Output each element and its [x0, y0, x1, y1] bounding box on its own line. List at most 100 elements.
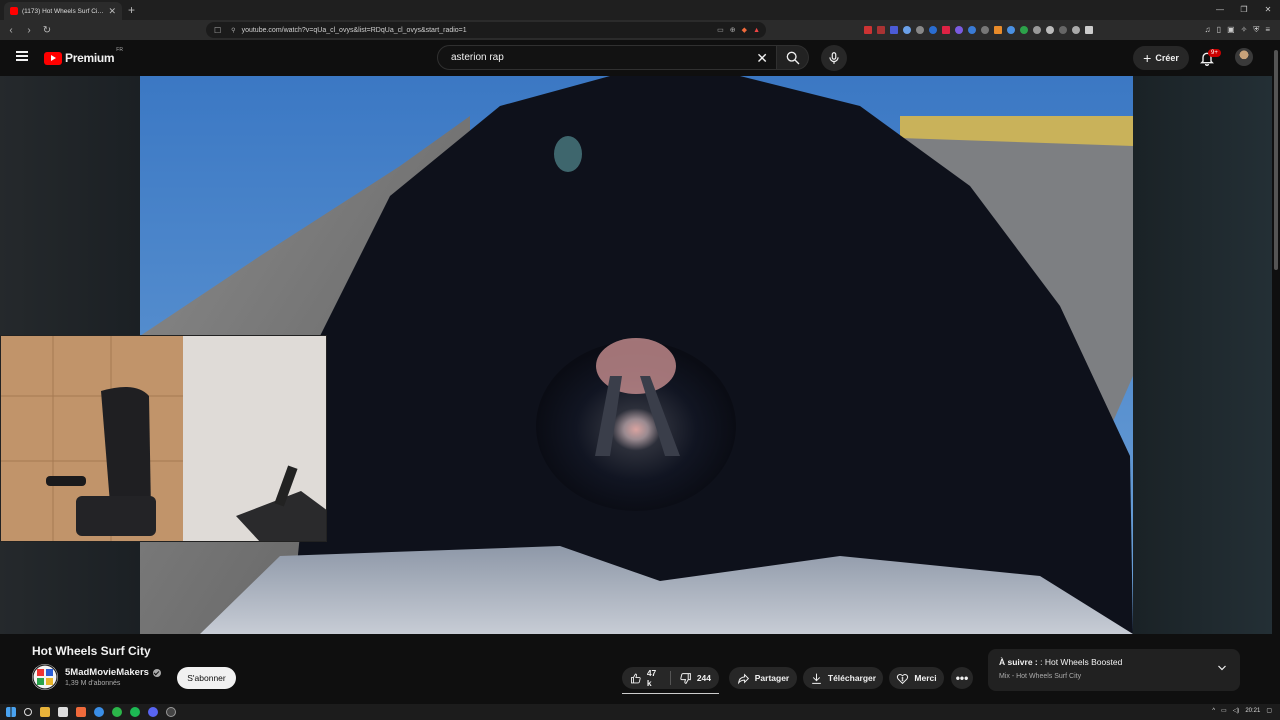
share-label: Partager: [754, 673, 790, 683]
verified-icon: [152, 668, 161, 677]
bookmark-icon[interactable]: ☐: [214, 26, 221, 35]
menu-icon[interactable]: ≡: [1265, 25, 1270, 35]
address-bar[interactable]: ☐ ⚲ youtube.com/watch?v=qUa_cl_ovys&list…: [206, 22, 766, 38]
extension-icon[interactable]: [1007, 26, 1015, 34]
up-next-title: : Hot Wheels Boosted: [1040, 657, 1123, 667]
user-avatar[interactable]: [1235, 48, 1253, 66]
extension-icon[interactable]: [955, 26, 963, 34]
site-info-icon[interactable]: ⚲: [231, 27, 235, 34]
search-icon: [786, 51, 800, 65]
voice-search-button[interactable]: [821, 45, 847, 71]
like-ratio-bar: [622, 693, 719, 694]
back-icon[interactable]: ‹: [4, 25, 18, 36]
cast-icon[interactable]: ▭: [717, 26, 724, 34]
clear-search-icon[interactable]: ✕: [756, 50, 768, 67]
more-horizontal-icon: •••: [955, 671, 969, 685]
close-tab-icon[interactable]: ✕: [108, 6, 116, 17]
new-tab-button[interactable]: +: [128, 3, 135, 17]
dislike-button[interactable]: 244: [671, 667, 719, 689]
dislike-count: 244: [696, 673, 711, 683]
chevron-down-icon[interactable]: [1216, 662, 1228, 674]
extension-icon[interactable]: [890, 26, 898, 34]
youtube-premium-logo[interactable]: Premium FR: [44, 47, 123, 65]
notifications-badge: 9+: [1208, 49, 1221, 57]
extension-icon[interactable]: [994, 26, 1002, 34]
close-window-icon[interactable]: ✕: [1256, 0, 1280, 20]
discord-icon[interactable]: [148, 707, 158, 717]
browser-menu-icons: ♫ ▯ ▣ ✧ ⛨ ≡: [1205, 25, 1270, 35]
extension-icon[interactable]: [877, 26, 885, 34]
window-controls: — ❐ ✕: [1208, 0, 1280, 20]
webcam-overlay: [0, 335, 327, 542]
restore-icon[interactable]: ❐: [1232, 0, 1256, 20]
youtube-favicon-icon: [10, 7, 18, 15]
hamburger-menu-icon[interactable]: [16, 51, 28, 61]
extension-icon[interactable]: [903, 26, 911, 34]
page-scrollbar[interactable]: [1272, 40, 1280, 694]
download-icon: [812, 673, 821, 684]
search-taskbar-icon[interactable]: [24, 708, 32, 716]
extension-icon[interactable]: [1059, 26, 1067, 34]
browser-toolbar: ‹ › ↻ ☐ ⚲ youtube.com/watch?v=qUa_cl_ovy…: [0, 20, 1280, 40]
scrollbar-thumb[interactable]: [1274, 50, 1278, 270]
youtube-play-icon: [44, 51, 62, 65]
extension-icon[interactable]: [981, 26, 989, 34]
brave-browser-icon[interactable]: [76, 707, 86, 717]
spotify-icon[interactable]: [130, 707, 140, 717]
windows-start-icon[interactable]: [6, 707, 16, 717]
search-button[interactable]: [777, 45, 809, 70]
clock[interactable]: 20:21: [1245, 708, 1260, 714]
rewards-icon[interactable]: ▲: [753, 27, 760, 34]
minimize-icon[interactable]: —: [1208, 0, 1232, 20]
volume-icon[interactable]: ◁): [1233, 707, 1240, 714]
extension-icon[interactable]: [1046, 26, 1054, 34]
extension-icon[interactable]: [916, 26, 924, 34]
media-icon[interactable]: ♫: [1205, 25, 1211, 35]
network-icon[interactable]: ▭: [1221, 707, 1227, 714]
search-input[interactable]: asterion rap ✕: [437, 45, 777, 70]
share-button[interactable]: Partager: [729, 667, 797, 689]
extension-icon[interactable]: [1020, 26, 1028, 34]
create-label: Créer: [1155, 53, 1179, 63]
thanks-button[interactable]: Merci: [889, 667, 944, 689]
extension-icon[interactable]: [942, 26, 950, 34]
file-explorer-icon[interactable]: [40, 707, 50, 717]
extension-icon[interactable]: [1072, 26, 1080, 34]
zoom-icon[interactable]: ⊕: [730, 26, 736, 34]
channel-avatar[interactable]: [32, 664, 58, 690]
wallet-icon[interactable]: ▣: [1227, 25, 1235, 35]
subscribe-button[interactable]: S'abonner: [177, 667, 236, 689]
up-next-card[interactable]: À suivre : : Hot Wheels Boosted Mix - Ho…: [988, 649, 1240, 691]
brave-shield-icon[interactable]: ◆: [742, 26, 747, 34]
webcam-image: [1, 336, 326, 541]
app-icon[interactable]: [94, 707, 104, 717]
obs-icon[interactable]: [166, 707, 176, 717]
browser-tab[interactable]: (1173) Hot Wheels Surf City - Yo ✕: [4, 2, 122, 20]
youtube-header: Premium FR asterion rap ✕ + Créer: [0, 40, 1280, 76]
sidebar-icon[interactable]: ▯: [1217, 25, 1221, 35]
extension-icon[interactable]: [864, 26, 872, 34]
channel-logo-icon: [32, 664, 58, 690]
notification-center-icon[interactable]: ▢: [1266, 707, 1272, 714]
thumbs-up-icon: [631, 673, 641, 683]
leo-icon[interactable]: ✧: [1241, 25, 1248, 35]
extension-icon[interactable]: [929, 26, 937, 34]
whatsapp-icon[interactable]: [112, 707, 122, 717]
os-taskbar: ^ ▭ ◁) 20:21 ▢: [0, 704, 1280, 720]
extension-icon[interactable]: [1033, 26, 1041, 34]
channel-name-text: 5MadMovieMakers: [65, 667, 149, 678]
extension-icon[interactable]: [968, 26, 976, 34]
channel-name[interactable]: 5MadMovieMakers: [65, 667, 161, 678]
reload-icon[interactable]: ↻: [40, 25, 54, 36]
create-button[interactable]: + Créer: [1133, 46, 1189, 70]
app-icon[interactable]: [58, 707, 68, 717]
forward-icon[interactable]: ›: [22, 25, 36, 36]
video-title: Hot Wheels Surf City: [32, 644, 151, 658]
more-actions-button[interactable]: •••: [951, 667, 973, 689]
tray-chevron-icon[interactable]: ^: [1212, 708, 1215, 714]
download-button[interactable]: Télécharger: [803, 667, 883, 689]
like-button[interactable]: 47 k: [622, 667, 670, 689]
vpn-icon[interactable]: ⛨: [1253, 25, 1259, 35]
extension-icon[interactable]: [1085, 26, 1093, 34]
extension-icons: [864, 26, 1093, 34]
